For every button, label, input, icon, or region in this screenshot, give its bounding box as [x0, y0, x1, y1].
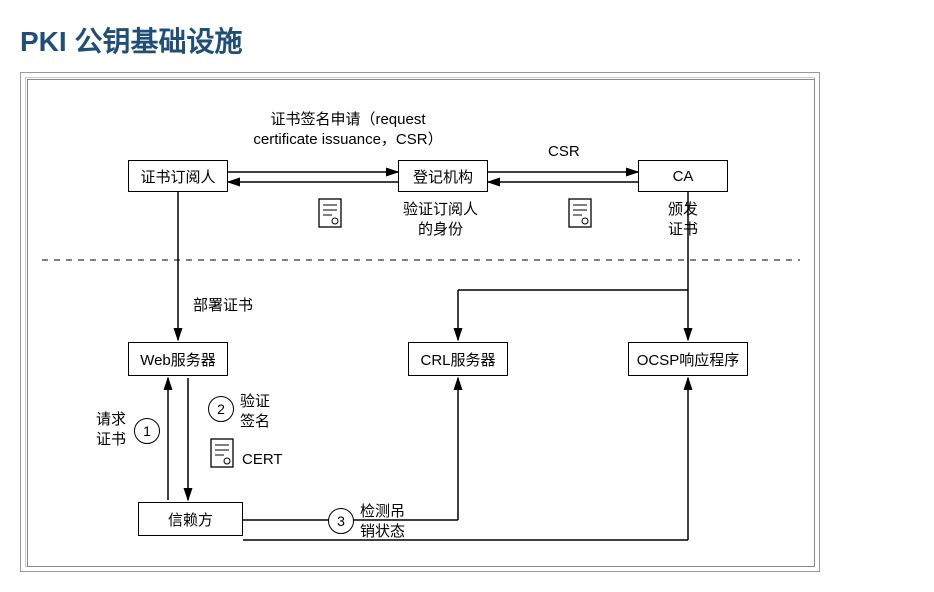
certificate-icon [568, 198, 592, 228]
label-verify-subscriber: 验证订阅人 的身份 [403, 200, 478, 239]
label-verify-sub-line1: 验证订阅人 [403, 201, 478, 218]
certificate-icon [318, 198, 342, 228]
step-3-circle: 3 [328, 508, 354, 534]
diagram-lines [28, 80, 814, 566]
label-issue-cert: 颁发 证书 [668, 200, 698, 239]
label-issue-cert-line1: 颁发 [668, 201, 698, 218]
diagram-container: 证书订阅人 登记机构 CA Web服务器 CRL服务器 OCSP响应程序 信赖方… [20, 72, 820, 572]
pki-diagram: 证书订阅人 登记机构 CA Web服务器 CRL服务器 OCSP响应程序 信赖方… [27, 79, 815, 567]
label-csr-request: 证书签名申请（request certificate issuance，CSR） [228, 110, 468, 149]
node-ocsp-responder: OCSP响应程序 [628, 342, 748, 376]
label-verify-sig-line1: 验证 [240, 393, 270, 410]
node-relying-party: 信赖方 [138, 502, 243, 536]
certificate-icon [210, 438, 234, 468]
node-ca: CA [638, 160, 728, 192]
label-check-revocation: 检测吊 销状态 [360, 502, 405, 541]
node-subscriber: 证书订阅人 [128, 160, 228, 192]
label-check-rev-line1: 检测吊 [360, 503, 405, 520]
label-csr-request-line1: 证书签名申请（request [270, 111, 425, 128]
step-1-circle: 1 [134, 418, 160, 444]
label-verify-signature: 验证 签名 [240, 392, 270, 431]
label-issue-cert-line2: 证书 [668, 221, 698, 238]
label-cert: CERT [242, 450, 283, 470]
step-2-circle: 2 [208, 396, 234, 422]
label-csr-request-line2: certificate issuance，CSR） [253, 131, 442, 148]
page-title: PKI 公钥基础设施 [20, 20, 914, 60]
label-verify-sub-line2: 的身份 [418, 221, 463, 238]
label-req-cert-line1: 请求 [96, 411, 126, 428]
label-verify-sig-line2: 签名 [240, 413, 270, 430]
label-check-rev-line2: 销状态 [360, 523, 405, 540]
label-request-cert: 请求 证书 [96, 410, 126, 449]
node-crl-server: CRL服务器 [408, 342, 508, 376]
label-deploy-cert: 部署证书 [193, 296, 253, 316]
node-ra: 登记机构 [398, 160, 488, 192]
label-csr: CSR [548, 142, 580, 162]
label-req-cert-line2: 证书 [96, 431, 126, 448]
node-web-server: Web服务器 [128, 342, 228, 376]
